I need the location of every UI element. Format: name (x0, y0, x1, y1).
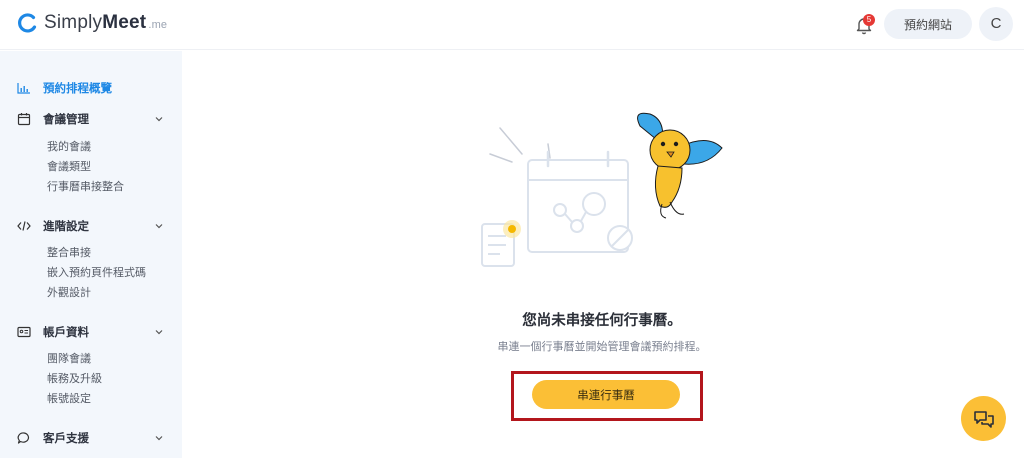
sidebar-item-billing-upgrade[interactable]: 帳務及升級 (47, 370, 102, 386)
booking-site-button[interactable]: 預約網站 (884, 9, 972, 39)
sidebar-section-support[interactable]: 客戶支援 (0, 425, 182, 451)
sidebar-item-account-settings[interactable]: 帳號設定 (47, 390, 91, 406)
sidebar-item-overview[interactable]: 預約排程概覽 (0, 75, 182, 101)
empty-state-description: 串連一個行事曆並開始管理會議預約排程。 (497, 340, 707, 353)
sidebar-section-label: 會議管理 (43, 112, 89, 126)
chevron-down-icon (155, 224, 163, 229)
sidebar-item-team-meetings[interactable]: 團隊會議 (47, 350, 91, 366)
sidebar-section-account[interactable]: 帳戶資料 (0, 319, 182, 345)
empty-calendar-illustration (481, 112, 723, 267)
chat-bubbles-icon (973, 410, 994, 428)
id-card-icon (17, 326, 31, 338)
brand-name: SimplyMeet .me (44, 12, 168, 33)
sidebar-item-label: 預約排程概覽 (43, 81, 112, 95)
bar-chart-icon (17, 83, 30, 94)
sidebar-section-meetings[interactable]: 會議管理 (0, 106, 182, 132)
sidebar-item-my-meetings[interactable]: 我的會議 (47, 138, 91, 154)
sidebar-item-appearance[interactable]: 外觀設計 (47, 284, 91, 300)
support-chat-button[interactable] (961, 396, 1006, 441)
code-icon (17, 221, 31, 231)
sidebar-item-embed-code[interactable]: 嵌入預約頁件程式碼 (47, 264, 146, 280)
user-avatar[interactable]: C (979, 7, 1013, 41)
sidebar-section-label: 進階設定 (43, 219, 89, 233)
empty-state-title: 您尚未串接任何行事曆。 (522, 313, 682, 329)
chat-bubble-icon (17, 432, 30, 444)
chevron-down-icon (155, 330, 163, 335)
sidebar-section-label: 帳戶資料 (43, 325, 89, 339)
chevron-down-icon (155, 117, 163, 122)
calendar-icon (17, 113, 31, 126)
sidebar-item-meeting-types[interactable]: 會議類型 (47, 158, 91, 174)
brand-logo[interactable]: SimplyMeet .me (16, 12, 167, 34)
notification-count-badge: 5 (863, 14, 875, 26)
sidebar: 預約排程概覽 會議管理 我的會議 會議類型 行事曆串接整合 進階設定 整合串接 … (0, 51, 182, 458)
connect-calendar-button[interactable]: 串連行事曆 (532, 380, 680, 409)
chevron-down-icon (155, 436, 163, 441)
sidebar-section-advanced[interactable]: 進階設定 (0, 213, 182, 239)
top-header: SimplyMeet .me 5 預約網站 C (0, 0, 1024, 50)
sidebar-item-integrations[interactable]: 整合串接 (47, 244, 91, 260)
sidebar-item-calendar-integration[interactable]: 行事曆串接整合 (47, 178, 124, 194)
logo-icon (18, 13, 37, 33)
sidebar-section-label: 客戶支援 (43, 431, 89, 445)
